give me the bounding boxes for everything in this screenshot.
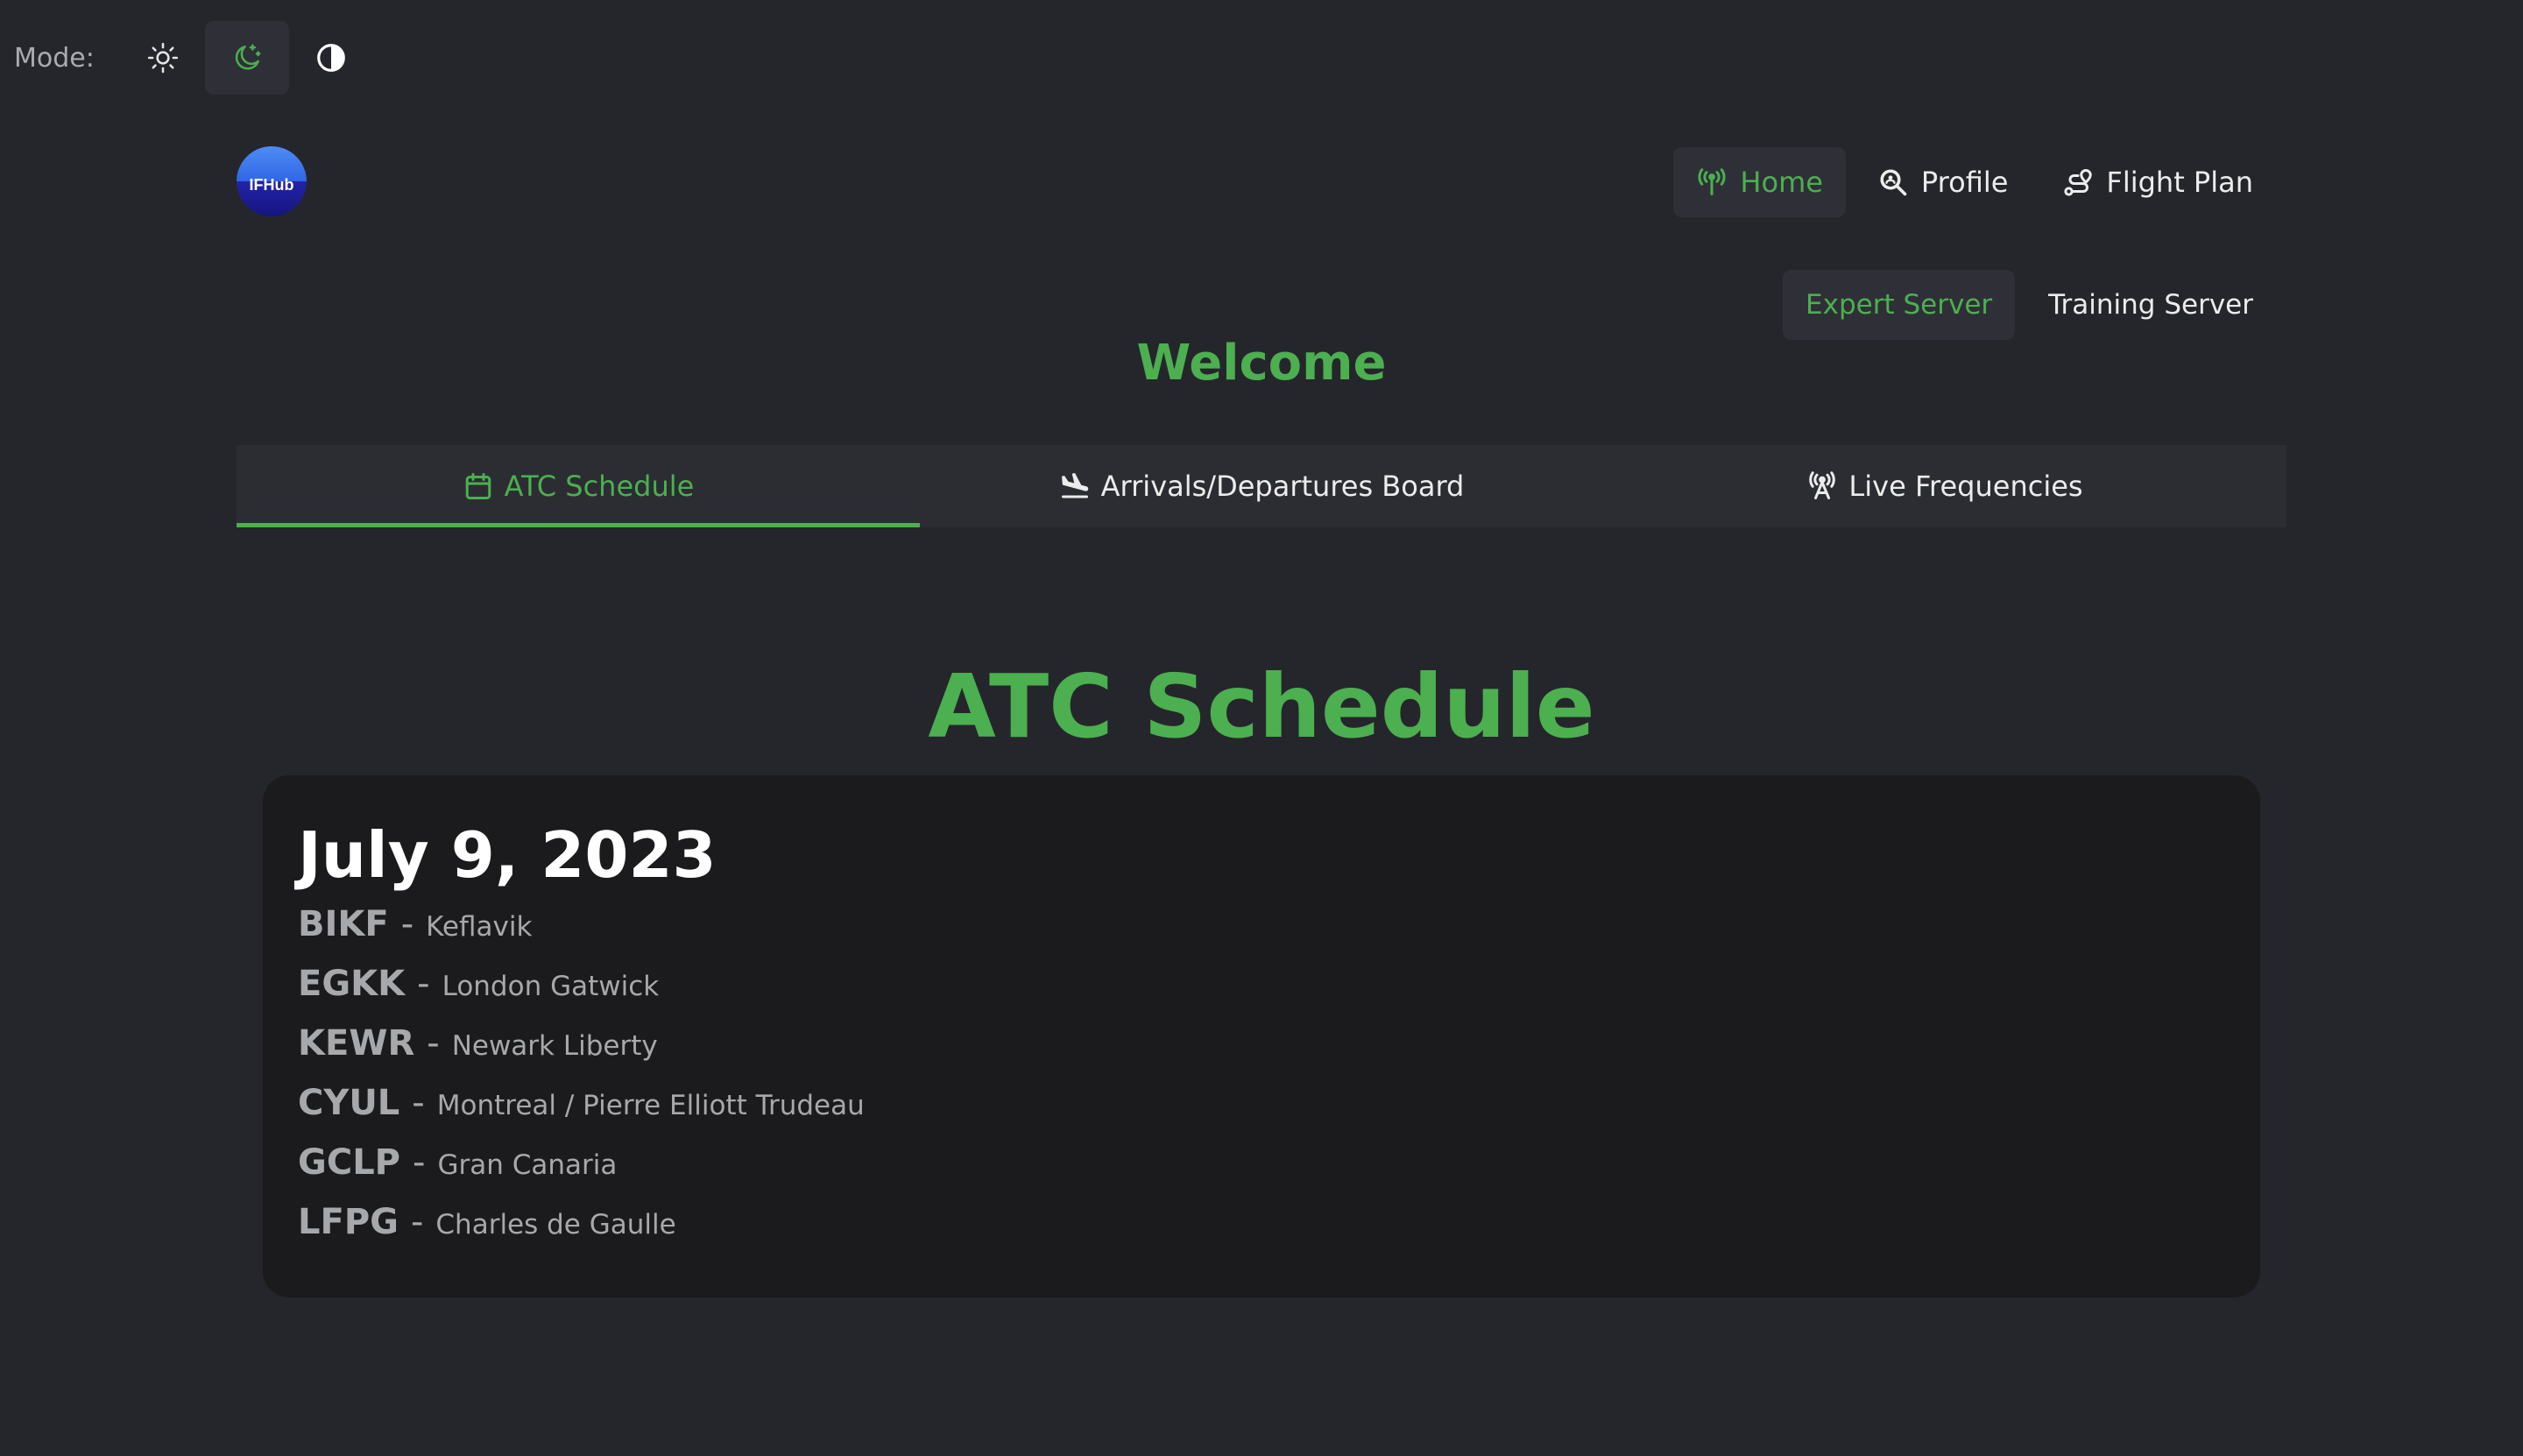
tab-atc-schedule[interactable]: ATC Schedule xyxy=(237,445,920,527)
airport-separator: - xyxy=(417,963,430,1004)
airport-row: CYUL - Montreal / Pierre Elliott Trudeau xyxy=(298,1083,2225,1142)
airport-row: KEWR - Newark Liberty xyxy=(298,1023,2225,1083)
tab-live-frequencies[interactable]: Live Frequencies xyxy=(1603,445,2286,527)
ifhub-logo[interactable]: IFHub xyxy=(237,146,307,216)
airport-name: Montreal / Pierre Elliott Trudeau xyxy=(436,1089,865,1121)
airport-separator: - xyxy=(400,903,414,944)
airport-code: KEWR xyxy=(298,1022,415,1064)
tab-arrivals-departures-label: Arrivals/Departures Board xyxy=(1100,470,1465,503)
schedule-date: July 9, 2023 xyxy=(298,818,717,892)
airport-row: EGKK - London Gatwick xyxy=(298,964,2225,1023)
nav-flight-plan-label: Flight Plan xyxy=(2106,166,2253,199)
search-user-icon xyxy=(1880,169,1907,196)
nav-profile-label: Profile xyxy=(1920,166,2009,199)
route-icon xyxy=(2064,169,2093,196)
airport-separator: - xyxy=(413,1141,426,1183)
airport-row: BIKF - Keflavik xyxy=(298,904,2225,964)
antenna-icon xyxy=(1698,168,1726,195)
training-server-button[interactable]: Training Server xyxy=(2025,270,2276,340)
dark-mode-button[interactable] xyxy=(204,21,289,95)
moon-icon xyxy=(235,44,261,70)
mode-label: Mode: xyxy=(14,42,95,74)
airport-code: BIKF xyxy=(298,903,389,944)
mode-switcher: Mode: xyxy=(14,21,373,95)
contrast-icon xyxy=(317,44,345,72)
tab-live-frequencies-label: Live Frequencies xyxy=(1848,470,2083,503)
welcome-heading: Welcome xyxy=(1136,335,1387,392)
airport-list: BIKF - Keflavik EGKK - London Gatwick KE… xyxy=(298,904,2225,1262)
server-switch: Expert Server Training Server xyxy=(1783,270,2276,340)
airport-code: CYUL xyxy=(298,1082,400,1123)
logo-text: IFHub xyxy=(249,175,294,194)
airport-separator: - xyxy=(410,1201,424,1242)
sun-icon xyxy=(147,42,178,74)
main-nav: Home Profile Flight Plan xyxy=(1673,147,2276,217)
airport-separator: - xyxy=(427,1022,440,1064)
airport-code: LFPG xyxy=(298,1201,399,1242)
radio-tower-icon xyxy=(1809,471,1836,499)
nav-home-label: Home xyxy=(1740,166,1823,199)
airport-separator: - xyxy=(412,1082,425,1123)
airport-name: Charles de Gaulle xyxy=(435,1208,676,1240)
nav-profile[interactable]: Profile xyxy=(1855,147,2032,217)
airport-name: Keflavik xyxy=(426,910,533,943)
tab-arrivals-departures[interactable]: Arrivals/Departures Board xyxy=(920,445,1603,527)
content-tabs: ATC Schedule Arrivals/Departures Board L… xyxy=(237,445,2286,527)
airport-row: GCLP - Gran Canaria xyxy=(298,1142,2225,1202)
airport-name: Gran Canaria xyxy=(437,1149,618,1181)
airport-code: GCLP xyxy=(298,1141,400,1183)
section-title: ATC Schedule xyxy=(928,655,1595,758)
light-mode-button[interactable] xyxy=(121,21,205,95)
plane-landing-icon xyxy=(1061,472,1088,498)
airport-name: London Gatwick xyxy=(442,970,660,1002)
nav-flight-plan[interactable]: Flight Plan xyxy=(2039,147,2276,217)
contrast-mode-button[interactable] xyxy=(289,21,373,95)
schedule-card: July 9, 2023 BIKF - Keflavik EGKK - Lond… xyxy=(263,775,2260,1297)
calendar-icon xyxy=(465,473,491,499)
airport-code: EGKK xyxy=(298,963,406,1004)
expert-server-button[interactable]: Expert Server xyxy=(1783,270,2016,340)
nav-home[interactable]: Home xyxy=(1673,147,1846,217)
tab-atc-schedule-label: ATC Schedule xyxy=(504,470,695,503)
airport-name: Newark Liberty xyxy=(451,1029,658,1062)
airport-row: LFPG - Charles de Gaulle xyxy=(298,1202,2225,1262)
